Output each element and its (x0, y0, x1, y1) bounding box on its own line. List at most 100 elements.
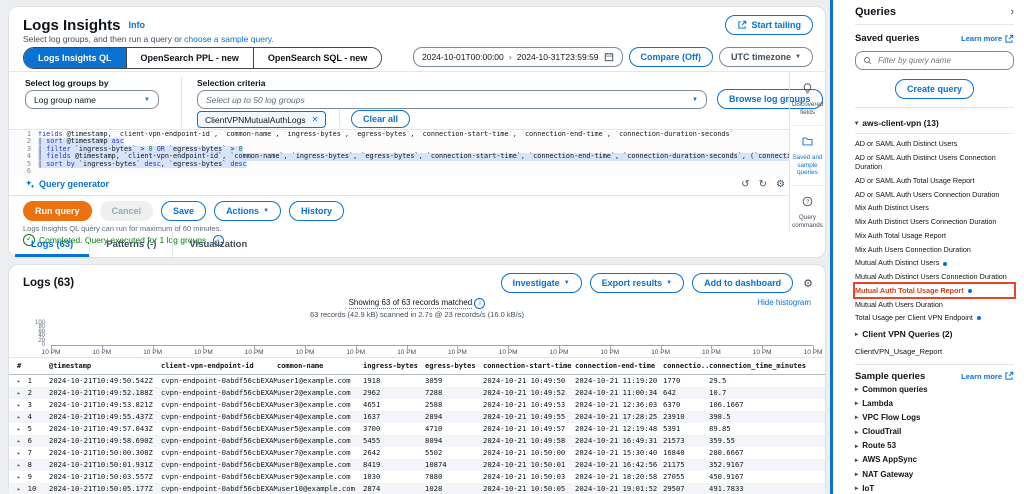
column-header[interactable]: connectio... (663, 358, 709, 374)
x-axis-tick-label: 10 PM (143, 349, 162, 356)
tab-opensearch-ppl-new[interactable]: OpenSearch PPL - new (127, 48, 254, 68)
saved-query-item[interactable]: AD or SAML Auth Users Connection Duratio… (855, 188, 1014, 202)
cancel-button[interactable]: Cancel (100, 201, 154, 221)
query-editor[interactable]: 1fields @timestamp, `client-vpn-endpoint… (9, 131, 789, 176)
save-button[interactable]: Save (161, 201, 206, 221)
timezone-button[interactable]: UTC timezone▼ (719, 47, 813, 67)
rail-item-folder[interactable]: Saved and sample queries (790, 134, 825, 187)
expand-row-icon[interactable]: ▸ (17, 486, 21, 493)
query-group-client-vpn[interactable]: ▸ Client VPN Queries (2) (855, 325, 1014, 344)
table-row[interactable]: ▸12024-10-21T10:49:50.542Zcvpn-endpoint-… (9, 375, 825, 387)
tab-patterns-[interactable]: Patterns (-) (90, 231, 173, 257)
sample-learn-more-link[interactable]: Learn more (961, 371, 1014, 381)
table-cell: user5@example.com (277, 423, 363, 435)
saved-learn-more-link[interactable]: Learn more (961, 34, 1014, 44)
saved-query-item[interactable]: Mutual Auth Distinct Users (855, 256, 1014, 270)
expand-row-icon[interactable]: ▸ (17, 474, 21, 481)
table-row[interactable]: ▸62024-10-21T10:49:58.690Zcvpn-endpoint-… (9, 435, 825, 447)
sample-query-group-route-53[interactable]: ▸Route 53 (855, 439, 1014, 453)
saved-query-item[interactable]: Mutual Auth Distinct Users Connection Du… (855, 270, 1014, 284)
start-tailing-button[interactable]: Start tailing (725, 15, 813, 35)
info-icon[interactable]: i (474, 298, 485, 309)
expand-row-icon[interactable]: ▸ (17, 390, 21, 397)
history-button[interactable]: History (289, 201, 344, 221)
table-row[interactable]: ▸32024-10-21T10:49:53.821Zcvpn-endpoint-… (9, 399, 825, 411)
filter-queries-input[interactable] (876, 55, 1006, 66)
table-row[interactable]: ▸72024-10-21T10:50:00.308Zcvpn-endpoint-… (9, 447, 825, 459)
column-header[interactable]: client-vpn-endpoint-id (161, 358, 277, 374)
sample-query-group-common-queries[interactable]: ▸Common queries (855, 382, 1014, 396)
sample-query-group-cloudtrail[interactable]: ▸CloudTrail (855, 424, 1014, 438)
saved-query-item[interactable]: AD or SAML Auth Distinct Users Connectio… (855, 151, 1014, 174)
saved-query-item-selected[interactable]: Mutual Auth Total Usage Report (855, 284, 1014, 298)
sample-query-group-vpc-flow-logs[interactable]: ▸VPC Flow Logs (855, 410, 1014, 424)
table-settings-icon[interactable]: ⚙ (801, 277, 815, 290)
sample-query-group-aws-appsync[interactable]: ▸AWS AppSync (855, 453, 1014, 467)
expand-row-icon[interactable]: ▸ (17, 402, 21, 409)
table-row[interactable]: ▸42024-10-21T10:49:55.437Zcvpn-endpoint-… (9, 411, 825, 423)
saved-query-item[interactable]: Mutual Auth Users Duration (855, 297, 1014, 311)
query-group-aws-client-vpn[interactable]: ▾ aws-client-vpn (13) (855, 114, 1014, 134)
saved-query-item[interactable]: ClientVPN_Usage_Report (855, 344, 1014, 360)
collapse-panel-icon[interactable]: › (1010, 6, 1014, 18)
log-group-placeholder: Select up to 50 log groups (206, 95, 305, 105)
log-group-select[interactable]: Select up to 50 log groups ▼ (197, 90, 707, 109)
clear-all-button[interactable]: Clear all (351, 110, 410, 128)
column-header[interactable]: @timestamp (49, 358, 161, 374)
saved-query-item[interactable]: Mix Auth Total Usage Report (855, 229, 1014, 243)
column-header[interactable]: connection-end-time (575, 358, 663, 374)
column-header[interactable]: connection-start-time (483, 358, 575, 374)
expand-row-icon[interactable]: ▸ (17, 450, 21, 457)
tab-opensearch-sql-new[interactable]: OpenSearch SQL - new (254, 48, 381, 68)
redo-icon[interactable]: ↻ (759, 179, 767, 190)
investigate-button[interactable]: Investigate▼ (501, 273, 582, 293)
column-header[interactable]: common-name (277, 358, 363, 374)
expand-row-icon[interactable]: ▸ (17, 462, 21, 469)
column-header[interactable]: connection_time_minutes (709, 358, 825, 374)
info-link[interactable]: Info (129, 20, 146, 30)
column-header[interactable]: ingress-bytes (363, 358, 425, 374)
log-group-mode-select[interactable]: Log group name ▼ (25, 90, 159, 109)
external-link-icon (1004, 371, 1014, 381)
triangle-right-icon: ▸ (855, 456, 858, 464)
run-query-button[interactable]: Run query (23, 201, 92, 221)
export-results-button[interactable]: Export results▼ (590, 273, 684, 293)
editor-settings-icon[interactable]: ⚙ (776, 179, 785, 190)
column-header[interactable]: egress-bytes (425, 358, 483, 374)
tab-visualization[interactable]: Visualization (173, 231, 263, 257)
expand-row-icon[interactable]: ▸ (17, 414, 21, 421)
column-header[interactable]: # (17, 358, 49, 374)
saved-query-item[interactable]: Total Usage per Client VPN Endpoint (855, 311, 1014, 325)
sample-query-link[interactable]: choose a sample query. (184, 34, 274, 44)
add-to-dashboard-button[interactable]: Add to dashboard (692, 273, 793, 293)
rail-item-bulb[interactable]: Discovered fields (790, 81, 825, 126)
query-generator-link[interactable]: Query generator (25, 179, 109, 189)
table-row[interactable]: ▸22024-10-21T10:49:52.188Zcvpn-endpoint-… (9, 387, 825, 399)
tab-logs-insights-ql[interactable]: Logs Insights QL (24, 48, 127, 68)
undo-icon[interactable]: ↺ (741, 179, 749, 190)
saved-query-item[interactable]: Mix Auth Users Connection Duration (855, 243, 1014, 257)
tab-logs-63-[interactable]: Logs (63) (15, 231, 90, 257)
table-row[interactable]: ▸52024-10-21T10:49:57.043Zcvpn-endpoint-… (9, 423, 825, 435)
remove-token-icon[interactable]: ✕ (312, 115, 319, 124)
expand-row-icon[interactable]: ▸ (17, 378, 21, 385)
date-range-picker[interactable]: 2024-10-01T00:00:00 › 2024-10-31T23:59:5… (413, 47, 623, 67)
actions-button[interactable]: Actions▼ (214, 201, 281, 221)
table-row[interactable]: ▸92024-10-21T10:50:03.557Zcvpn-endpoint-… (9, 471, 825, 483)
create-query-button[interactable]: Create query (895, 79, 974, 99)
expand-row-icon[interactable]: ▸ (17, 426, 21, 433)
saved-query-item[interactable]: Mix Auth Distinct Users Connection Durat… (855, 215, 1014, 229)
expand-row-icon[interactable]: ▸ (17, 438, 21, 445)
compare-button[interactable]: Compare (Off) (629, 47, 714, 67)
token-label: ClientVPNMutualAuthLogs (205, 115, 306, 125)
table-row[interactable]: ▸102024-10-21T10:50:05.177Zcvpn-endpoint… (9, 483, 825, 494)
table-row[interactable]: ▸82024-10-21T10:50:01.931Zcvpn-endpoint-… (9, 459, 825, 471)
saved-query-item[interactable]: AD or SAML Auth Total Usage Report (855, 174, 1014, 188)
sample-query-group-iot[interactable]: ▸IoT (855, 481, 1014, 494)
saved-query-item[interactable]: AD or SAML Auth Distinct Users (855, 137, 1014, 151)
sample-query-group-lambda[interactable]: ▸Lambda (855, 396, 1014, 410)
hide-histogram-link[interactable]: Hide histogram (757, 298, 811, 307)
chevron-down-icon: ▼ (564, 280, 570, 286)
saved-query-item[interactable]: Mix Auth Distinct Users (855, 201, 1014, 215)
sample-query-group-nat-gateway[interactable]: ▸NAT Gateway (855, 467, 1014, 481)
